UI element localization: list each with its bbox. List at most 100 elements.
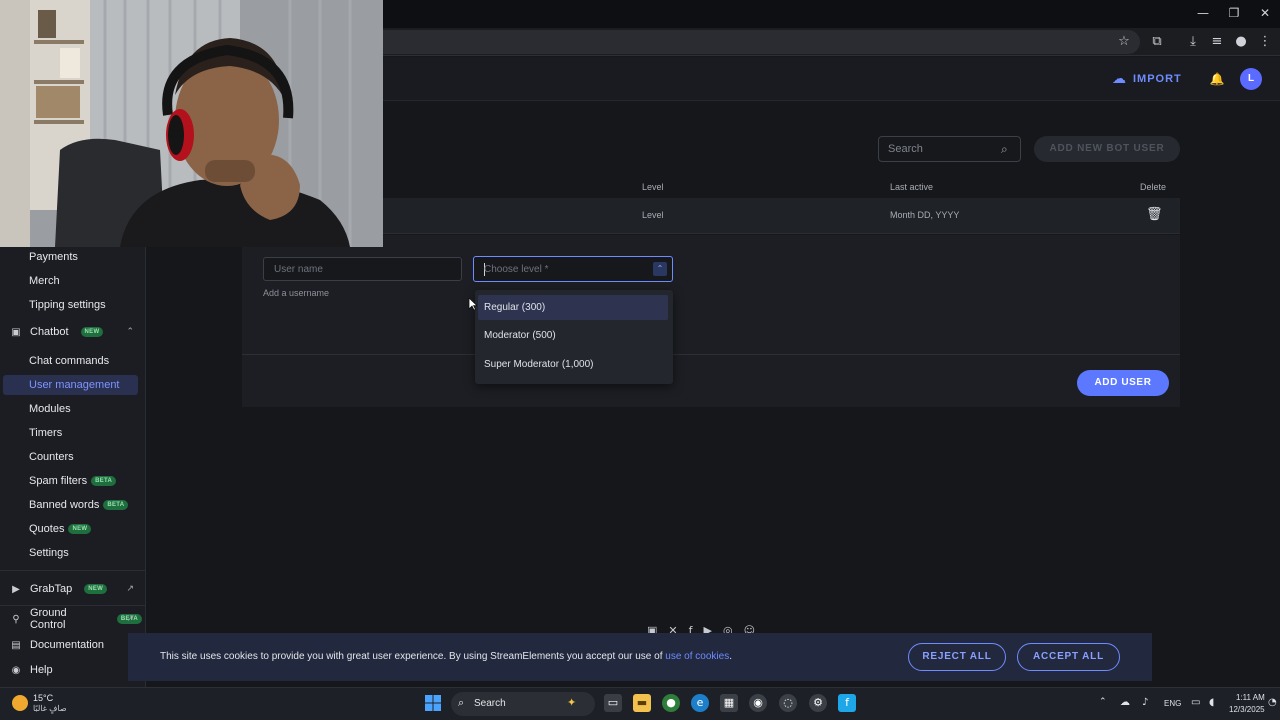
avatar[interactable]: L xyxy=(1240,68,1262,90)
sidebar-item-label: Counters xyxy=(29,451,74,463)
extensions-icon[interactable]: ⧉ xyxy=(1148,32,1166,52)
sidebar-item-label: Banned words xyxy=(29,499,100,511)
clock-date[interactable]: 12/3/2025 xyxy=(1229,705,1265,714)
sidebar-item-user-management[interactable]: User management xyxy=(3,375,138,395)
clock-time[interactable]: 1:11 AM xyxy=(1236,693,1265,702)
add-user-button[interactable]: ADD USER xyxy=(1077,370,1169,396)
tray-chevron-icon[interactable]: ⌃ xyxy=(1099,697,1107,707)
username-helper-text: Add a username xyxy=(263,288,330,298)
accept-all-button[interactable]: ACCEPT ALL xyxy=(1017,643,1120,671)
sidebar-item-chatbot[interactable]: ▣ Chatbot NEW ⌃ xyxy=(0,322,142,342)
reject-all-button[interactable]: REJECT ALL xyxy=(908,643,1006,671)
windows-start-icon[interactable] xyxy=(424,694,442,712)
search-icon: ⌕ xyxy=(458,696,465,709)
import-button[interactable]: ☁ IMPORT xyxy=(1112,70,1182,88)
cookie-banner: This site uses cookies to provide you wi… xyxy=(128,633,1152,681)
grabtap-icon: ▶ xyxy=(12,583,20,595)
app-icon[interactable]: ◉ xyxy=(749,694,767,712)
tray-app-icon[interactable]: ☁ xyxy=(1120,697,1130,708)
cookie-message: This site uses cookies to provide you wi… xyxy=(160,651,732,662)
notification-icon[interactable]: ◔ xyxy=(1268,697,1277,708)
sidebar-item-label: Modules xyxy=(29,403,71,415)
chevron-up-icon[interactable]: ⌃ xyxy=(126,327,134,337)
taskbar-search-label: Search xyxy=(474,698,506,709)
maximize-icon[interactable]: ❐ xyxy=(1225,6,1243,22)
option-super-moderator[interactable]: Super Moderator (1,000) xyxy=(478,352,668,377)
language-indicator[interactable]: ENG xyxy=(1164,699,1181,708)
media-control-icon[interactable]: ≡ xyxy=(1208,32,1226,52)
sidebar-item-grabtap[interactable]: ▶ GrabTap NEW ↗ xyxy=(0,579,142,599)
task-view-icon[interactable]: ▭ xyxy=(604,694,622,712)
sidebar-item-label: Ground Control xyxy=(29,607,67,631)
external-link-icon: ↗ xyxy=(126,614,134,624)
mouse-cursor-icon xyxy=(468,297,477,311)
bell-icon[interactable]: 🔔 xyxy=(1208,70,1226,88)
network-icon[interactable]: ▭ xyxy=(1191,697,1200,708)
volume-icon[interactable]: ◖ xyxy=(1209,697,1214,708)
sidebar-item-merch[interactable]: Merch xyxy=(0,271,142,291)
ground-control-icon: ⚲ xyxy=(12,613,20,625)
sidebar-item-label: Quotes xyxy=(29,523,65,535)
option-moderator[interactable]: Moderator (500) xyxy=(478,323,668,348)
weather-temperature[interactable]: 15°C xyxy=(33,693,53,703)
column-header-delete: Delete xyxy=(1140,182,1167,192)
webcam-picture xyxy=(0,0,383,247)
document-icon: ▤ xyxy=(11,639,21,651)
weather-icon[interactable] xyxy=(12,695,28,711)
new-badge: NEW xyxy=(80,327,104,337)
sidebar-item-label: Documentation xyxy=(30,639,104,651)
close-window-icon[interactable]: ✕ xyxy=(1256,6,1274,22)
username-input[interactable] xyxy=(264,258,461,280)
download-icon[interactable]: ⤓ xyxy=(1184,32,1202,52)
weather-description[interactable]: صافٍ غالبًا xyxy=(33,704,67,713)
sidebar-item-tipping-settings[interactable]: Tipping settings xyxy=(0,295,142,315)
edge-icon[interactable]: e xyxy=(691,694,709,712)
beta-badge: BETA xyxy=(103,500,129,510)
more-icon[interactable]: ⋮ xyxy=(1256,32,1274,52)
sidebar-item-ground-control[interactable]: ⚲ Ground Control BETA ↗ xyxy=(0,607,142,631)
search-icon[interactable]: ⌕ xyxy=(1001,142,1008,157)
sidebar-item-label: GrabTap xyxy=(30,583,73,595)
file-explorer-icon[interactable]: ▬ xyxy=(633,694,651,712)
microphone-icon[interactable]: ♪ xyxy=(1142,697,1148,708)
sidebar-item-settings[interactable]: Settings xyxy=(0,543,142,563)
obs-icon[interactable]: ◌ xyxy=(779,694,797,712)
row-level: Level xyxy=(642,210,664,220)
taskbar-search[interactable]: ⌕ Search ✦ xyxy=(451,692,595,716)
sidebar-item-modules[interactable]: Modules xyxy=(0,399,142,419)
facebook-app-icon[interactable]: f xyxy=(838,694,856,712)
sidebar-item-counters[interactable]: Counters xyxy=(0,447,142,467)
sidebar-item-payments[interactable]: Payments xyxy=(0,247,142,267)
new-badge: NEW xyxy=(84,584,108,594)
sidebar-item-label: Help xyxy=(30,664,53,676)
option-regular[interactable]: Regular (300) xyxy=(478,295,668,320)
sidebar-item-spam-filters[interactable]: Spam filters BETA xyxy=(0,471,142,491)
cookie-text: This site uses cookies to provide you wi… xyxy=(160,651,666,662)
add-new-bot-user-button[interactable]: ADD NEW BOT USER xyxy=(1034,136,1180,162)
level-select[interactable]: Choose level * ⌃ xyxy=(473,256,673,282)
search-field[interactable]: ⌕ xyxy=(878,136,1021,162)
sidebar-item-quotes[interactable]: Quotes NEW xyxy=(0,519,142,539)
sidebar: Payments Merch Tipping settings ▣ Chatbo… xyxy=(0,247,146,687)
column-header-last-active: Last active xyxy=(890,182,934,192)
chevron-up-icon[interactable]: ⌃ xyxy=(653,262,667,276)
username-field[interactable] xyxy=(263,257,462,281)
sidebar-item-chat-commands[interactable]: Chat commands xyxy=(0,351,142,371)
level-placeholder: Choose level * xyxy=(484,264,549,275)
sidebar-item-label: Timers xyxy=(29,427,63,439)
profile-icon[interactable]: ● xyxy=(1232,32,1250,52)
new-badge: NEW xyxy=(68,524,92,534)
chrome-icon[interactable]: ● xyxy=(662,694,680,712)
settings-app-icon[interactable]: ⚙ xyxy=(809,694,827,712)
screen: — ❐ ✕ ☆ ⧉ ⤓ ≡ ● ⋮ ☁ IMPORT 🔔 L ⌕ ADD NEW… xyxy=(0,0,1280,720)
sidebar-item-banned-words[interactable]: Banned words BETA xyxy=(0,495,142,515)
cookie-policy-link[interactable]: use of cookies xyxy=(665,651,729,662)
sidebar-item-documentation[interactable]: ▤ Documentation xyxy=(0,635,142,655)
sidebar-item-help[interactable]: ◉ Help xyxy=(0,660,142,680)
sidebar-item-timers[interactable]: Timers xyxy=(0,423,142,443)
search-input[interactable] xyxy=(879,137,989,161)
store-icon[interactable]: ▦ xyxy=(720,694,738,712)
minimize-icon[interactable]: — xyxy=(1194,6,1212,22)
star-icon[interactable]: ☆ xyxy=(1115,32,1133,52)
trash-icon[interactable]: 🗑 xyxy=(1146,207,1163,223)
